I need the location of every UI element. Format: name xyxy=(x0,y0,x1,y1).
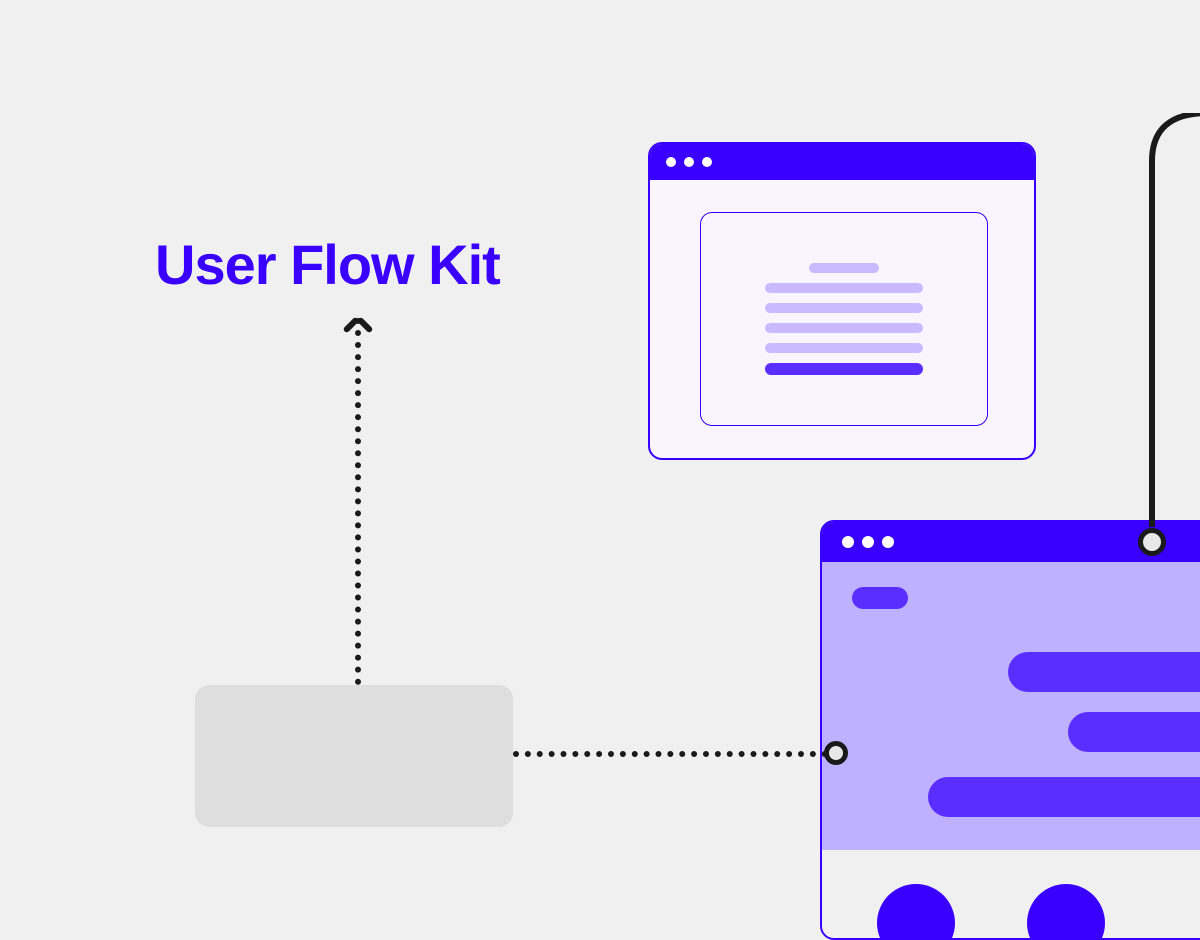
browser-window-modal xyxy=(648,142,1036,460)
window-control-dot-icon xyxy=(842,536,854,548)
connector-endpoint-circle-icon xyxy=(1138,528,1166,556)
pill-placeholder xyxy=(852,587,908,609)
arrow-up-icon xyxy=(342,310,374,330)
text-line-placeholder-emphasis xyxy=(765,363,923,375)
text-line-placeholder xyxy=(765,343,923,353)
window-control-dot-icon xyxy=(666,157,676,167)
modal-box xyxy=(700,212,988,426)
window-control-dot-icon xyxy=(684,157,694,167)
content-bar-placeholder xyxy=(928,777,1200,817)
connector-dotted-horizontal xyxy=(513,751,828,757)
window-control-dot-icon xyxy=(702,157,712,167)
connector-endpoint-circle-icon xyxy=(824,741,848,765)
bottom-panel xyxy=(822,850,1200,938)
page-title: User Flow Kit xyxy=(155,232,500,297)
window-control-dot-icon xyxy=(882,536,894,548)
placeholder-card xyxy=(195,685,513,827)
text-line-placeholder xyxy=(765,283,923,293)
content-bar-placeholder xyxy=(1068,712,1200,752)
window-titlebar xyxy=(650,144,1034,180)
text-line-placeholder xyxy=(765,323,923,333)
connector-solid-curve xyxy=(1128,113,1200,527)
window-control-dot-icon xyxy=(862,536,874,548)
content-bar-placeholder xyxy=(1008,652,1200,692)
connector-dotted-vertical xyxy=(355,318,361,685)
circle-placeholder xyxy=(877,884,955,940)
circle-placeholder xyxy=(1027,884,1105,940)
text-line-placeholder xyxy=(765,303,923,313)
browser-window-content xyxy=(820,520,1200,940)
text-line-placeholder xyxy=(809,263,879,273)
